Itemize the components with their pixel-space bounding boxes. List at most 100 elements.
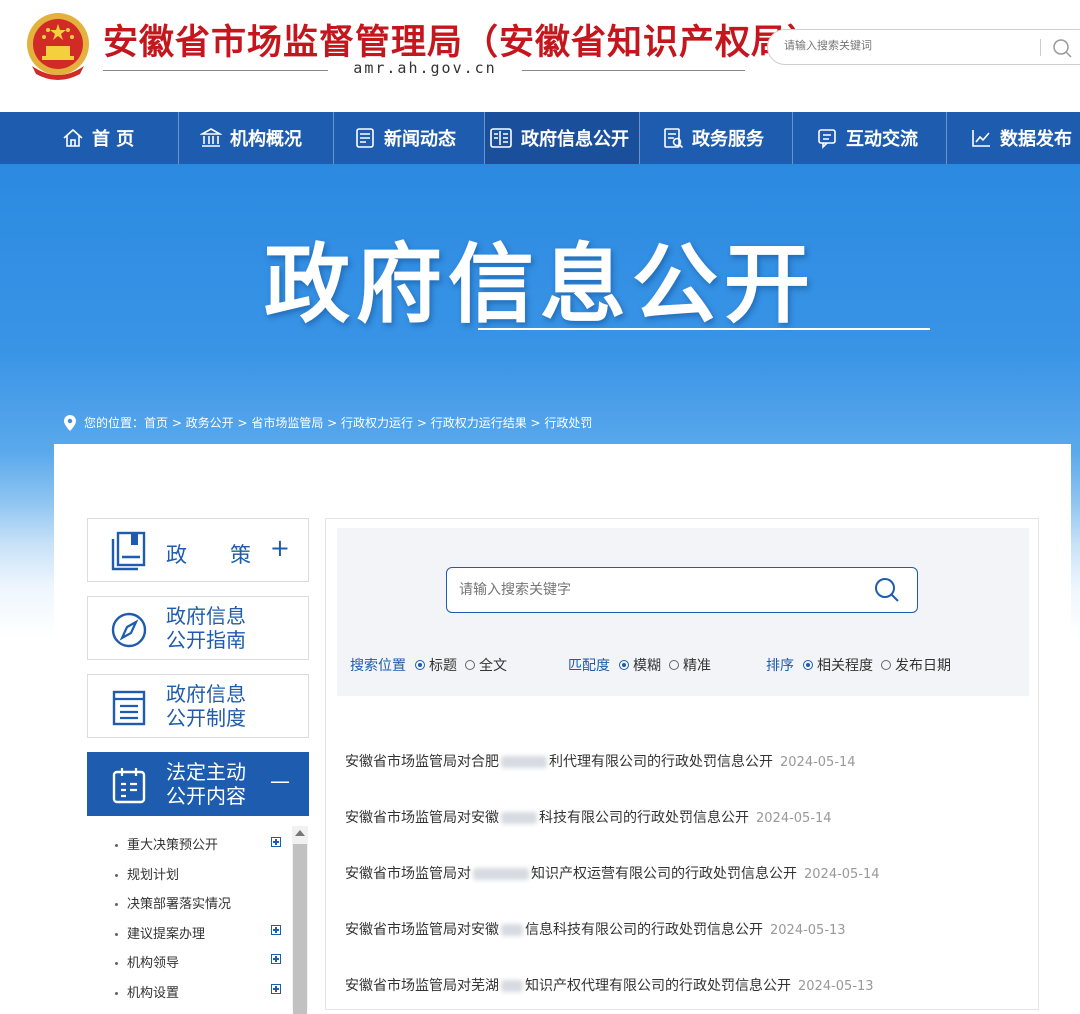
option-fulltext[interactable]: 全文	[479, 655, 507, 675]
nav-label-institution: 机构概况	[230, 129, 302, 150]
nav-divider	[178, 112, 179, 164]
sub-item-label: 决策部署落实情况	[127, 897, 232, 912]
chat-icon	[818, 129, 836, 149]
sidebar-label-statutory-line1: 法定主动	[166, 760, 246, 784]
result-title-suffix[interactable]: 利代理有限公司的行政处罚信息公开	[549, 754, 773, 770]
radio-fulltext[interactable]	[465, 660, 475, 670]
nav-item-service[interactable]: 政务服务	[662, 112, 764, 164]
sidebar-item-policy[interactable]: 政 策 +	[87, 518, 309, 582]
sidebar-label-statutory-line2: 公开内容	[166, 784, 246, 808]
news-icon	[356, 128, 374, 148]
option-title[interactable]: 标题	[429, 655, 457, 675]
sidebar-label-guide-line2: 公开指南	[166, 628, 246, 652]
main-search-input[interactable]	[457, 581, 841, 599]
sidebar-label-guide-line1: 政府信息	[166, 604, 246, 628]
radio-title[interactable]	[415, 660, 425, 670]
header-search-input[interactable]	[782, 38, 1026, 53]
breadcrumb-text[interactable]: 您的位置：首页 > 政务公开 > 省市场监管局 > 行政权力运行 > 行政权力运…	[84, 414, 592, 431]
bullet-icon	[115, 933, 118, 936]
scroll-up-icon[interactable]	[295, 830, 305, 836]
result-item[interactable]: 安徽省市场监管局对安徽 科技有限公司的行政处罚信息公开 2024-05-14	[345, 807, 832, 827]
result-title-prefix[interactable]: 安徽省市场监管局对安徽	[345, 922, 499, 938]
expand-icon[interactable]: +	[270, 534, 290, 562]
sidebar-item-guide[interactable]: 政府信息 公开指南	[87, 596, 309, 660]
nav-item-info-disclosure[interactable]: 政府信息公开	[485, 112, 639, 164]
nav-divider	[946, 112, 947, 164]
result-item[interactable]: 安徽省市场监管局对合肥 利代理有限公司的行政处罚信息公开 2024-05-14	[345, 751, 856, 771]
search-position-label: 搜索位置	[350, 658, 406, 674]
result-item[interactable]: 安徽省市场监管局对 知识产权运营有限公司的行政处罚信息公开 2024-05-14	[345, 863, 880, 883]
policy-book-icon	[111, 531, 146, 571]
bullet-icon	[115, 874, 118, 877]
plus-box-icon[interactable]	[271, 925, 281, 935]
site-title[interactable]: 安徽省市场监督管理局（安徽省知识产权局）	[103, 14, 823, 65]
option-relevance[interactable]: 相关程度	[817, 655, 873, 675]
sidebar-item-system[interactable]: 政府信息 公开制度	[87, 674, 309, 738]
redacted-text	[501, 980, 523, 992]
nav-item-home[interactable]: 首 页	[62, 112, 134, 164]
option-exact[interactable]: 精准	[683, 655, 711, 675]
result-title-suffix[interactable]: 知识产权运营有限公司的行政处罚信息公开	[531, 866, 797, 882]
plus-box-icon[interactable]	[271, 954, 281, 964]
nav-divider	[792, 112, 793, 164]
sub-item-organization[interactable]: 机构设置	[115, 982, 179, 1001]
nav-label-info-disclosure: 政府信息公开	[521, 129, 629, 150]
redacted-text	[501, 812, 537, 824]
chart-icon	[972, 130, 990, 147]
sidebar-sub-list: 重大决策预公开 规划计划 决策部署落实情况 建议提案办理 机构领导 机构设置	[87, 822, 309, 1010]
info-disclosure-icon	[490, 128, 512, 148]
sub-item-leadership[interactable]: 机构领导	[115, 952, 179, 971]
result-date: 2024-05-13	[798, 979, 874, 994]
radio-exact[interactable]	[669, 660, 679, 670]
sidebar-scrollbar[interactable]	[292, 826, 308, 1014]
search-separator	[1040, 39, 1041, 56]
sub-item-major-decision[interactable]: 重大决策预公开	[115, 834, 218, 853]
sub-item-label: 机构设置	[127, 986, 180, 1001]
sidebar-label-policy-1: 政	[166, 543, 187, 567]
match-options: 匹配度 模糊 精准	[568, 655, 715, 675]
search-icon[interactable]	[1051, 37, 1073, 59]
nav-item-institution[interactable]: 机构概况	[200, 112, 302, 164]
result-title-prefix[interactable]: 安徽省市场监管局对芜湖	[345, 978, 499, 994]
banner-title: 政府信息公开	[264, 235, 816, 335]
national-emblem-icon[interactable]	[22, 10, 94, 82]
document-list-icon	[112, 690, 146, 726]
plus-box-icon[interactable]	[271, 837, 281, 847]
nav-divider	[639, 112, 640, 164]
sidebar-label-system-line1: 政府信息	[166, 682, 246, 706]
scrollbar-thumb[interactable]	[293, 844, 307, 1014]
main-search-box[interactable]	[446, 567, 918, 613]
nav-label-data: 数据发布	[1000, 129, 1072, 150]
plus-box-icon[interactable]	[271, 984, 281, 994]
bullet-icon	[115, 992, 118, 995]
site-domain: amr.ah.gov.cn	[353, 59, 497, 77]
result-title-prefix[interactable]: 安徽省市场监管局对	[345, 866, 471, 882]
result-title-suffix[interactable]: 科技有限公司的行政处罚信息公开	[539, 810, 749, 826]
result-title-suffix[interactable]: 信息科技有限公司的行政处罚信息公开	[525, 922, 763, 938]
header-search-box[interactable]	[767, 29, 1080, 65]
sidebar-label-statutory: 法定主动 公开内容	[166, 760, 246, 808]
radio-date[interactable]	[881, 660, 891, 670]
result-title-prefix[interactable]: 安徽省市场监管局对安徽	[345, 810, 499, 826]
result-item[interactable]: 安徽省市场监管局对芜湖 知识产权代理有限公司的行政处罚信息公开 2024-05-13	[345, 975, 874, 995]
nav-item-data[interactable]: 数据发布	[970, 112, 1072, 164]
radio-fuzzy[interactable]	[619, 660, 629, 670]
sub-item-implementation[interactable]: 决策部署落实情况	[115, 893, 231, 912]
sub-item-proposals[interactable]: 建议提案办理	[115, 923, 205, 942]
nav-item-news[interactable]: 新闻动态	[354, 112, 456, 164]
radio-relevance[interactable]	[803, 660, 813, 670]
result-title-prefix[interactable]: 安徽省市场监管局对合肥	[345, 754, 499, 770]
search-icon[interactable]	[873, 576, 901, 604]
result-item[interactable]: 安徽省市场监管局对安徽 信息科技有限公司的行政处罚信息公开 2024-05-13	[345, 919, 846, 939]
sidebar-item-statutory-content[interactable]: 法定主动 公开内容 —	[87, 752, 309, 816]
nav-divider	[333, 112, 334, 164]
sort-options: 排序 相关程度 发布日期	[766, 655, 955, 675]
result-title-suffix[interactable]: 知识产权代理有限公司的行政处罚信息公开	[525, 978, 791, 994]
nav-item-interaction[interactable]: 互动交流	[816, 112, 918, 164]
nav-label-interaction: 互动交流	[846, 129, 918, 150]
collapse-icon[interactable]: —	[270, 769, 290, 793]
sub-item-planning[interactable]: 规划计划	[115, 864, 179, 883]
option-date[interactable]: 发布日期	[895, 655, 951, 675]
option-fuzzy[interactable]: 模糊	[633, 655, 661, 675]
nav-label-service: 政务服务	[692, 129, 764, 150]
